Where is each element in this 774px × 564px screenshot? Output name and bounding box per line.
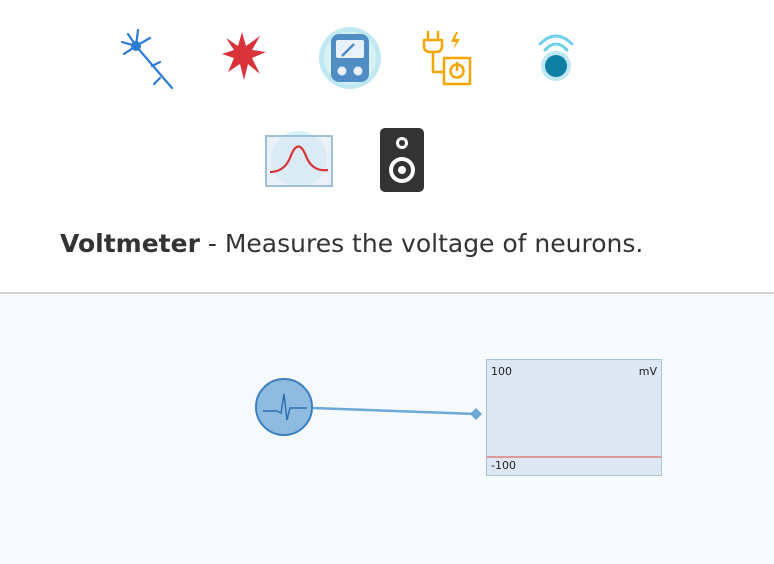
current-source-tool-button[interactable] bbox=[422, 28, 474, 88]
voltmeter-min-label: -100 bbox=[491, 459, 516, 472]
voltage-trace bbox=[487, 456, 661, 458]
tool-description: Voltmeter - Measures the voltage of neur… bbox=[60, 229, 643, 258]
astrocyte-icon bbox=[220, 28, 268, 84]
sensor-tool-button[interactable] bbox=[532, 30, 580, 86]
graph-icon bbox=[264, 130, 334, 188]
voltmeter-unit-label: mV bbox=[638, 365, 657, 378]
neuron-tool-button[interactable] bbox=[114, 26, 178, 90]
spike-waveform-icon bbox=[263, 393, 307, 421]
voltmeter-max-label: 100 bbox=[491, 365, 512, 378]
sensor-icon bbox=[532, 30, 580, 86]
voltmeter-display[interactable]: 100 mV -100 bbox=[486, 359, 662, 476]
speaker-icon bbox=[380, 128, 424, 192]
current-source-icon bbox=[422, 28, 474, 88]
tool-description-name: Voltmeter bbox=[60, 229, 200, 258]
graph-tool-button[interactable] bbox=[264, 130, 334, 188]
astrocyte-tool-button[interactable] bbox=[220, 28, 268, 84]
network-canvas[interactable]: 100 mV -100 bbox=[0, 294, 774, 564]
tool-description-text: - Measures the voltage of neurons. bbox=[199, 229, 644, 258]
neuron-icon bbox=[114, 26, 178, 90]
voltmeter-tool-button[interactable] bbox=[318, 26, 382, 90]
speaker-tool-button[interactable] bbox=[380, 128, 424, 192]
connection-wire[interactable] bbox=[312, 406, 477, 416]
connection-endpoint-diamond[interactable] bbox=[470, 408, 482, 420]
neuron-node[interactable] bbox=[255, 378, 313, 436]
voltmeter-icon bbox=[318, 26, 382, 90]
toolbar: Voltmeter - Measures the voltage of neur… bbox=[0, 0, 774, 292]
